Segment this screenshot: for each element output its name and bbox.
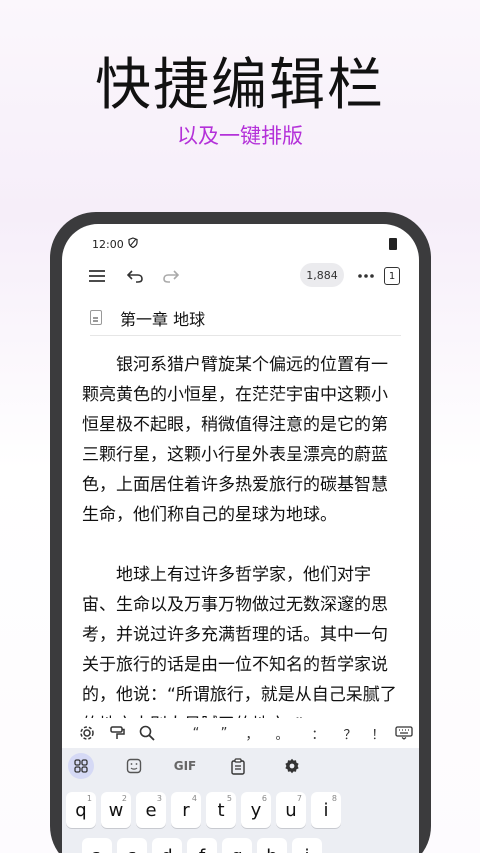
redo-icon[interactable] [160, 260, 182, 292]
shield-icon [128, 237, 138, 251]
hero-subtitle: 以及一键排版 [177, 124, 303, 148]
keyboard-toolbar: GIF [62, 748, 419, 784]
key-w[interactable]: 2w [101, 792, 131, 828]
key-g[interactable]: g [222, 838, 252, 853]
phone-screen: 12:00 1,884 1 第一章 地球 银河系猎户臂旋某个偏远的位置有一颗亮黄… [62, 224, 419, 853]
phone-frame: 12:00 1,884 1 第一章 地球 银河系猎户臂旋某个偏远的位置有一颗亮黄… [50, 212, 431, 853]
word-count-badge[interactable]: 1,884 [300, 263, 344, 287]
paragraph: 地球上有过许多哲学家，他们对宇宙、生命以及万事万物做过无数深邃的思考，并说过许多… [82, 565, 397, 718]
chapter-title: 第一章 地球 [120, 309, 206, 329]
colon-key[interactable]: ： [306, 718, 330, 748]
apps-grid-icon[interactable] [68, 748, 94, 784]
status-bar: 12:00 [92, 236, 397, 252]
key-d[interactable]: d [152, 838, 182, 853]
question-key[interactable]: ？ [338, 718, 362, 748]
gear-icon[interactable] [76, 718, 98, 748]
quick-edit-bar: “ ” ， 。 ： ？ ！ [62, 718, 419, 748]
editor-toolbar: 1,884 1 [62, 260, 419, 292]
key-y[interactable]: 6y [241, 792, 271, 828]
paragraph: 银河系猎户臂旋某个偏远的位置有一颗亮黄色的小恒星，在茫茫宇宙中这颗小恒星极不起眼… [82, 355, 388, 525]
search-icon[interactable] [136, 718, 158, 748]
battery-icon [389, 238, 397, 250]
menu-icon[interactable] [86, 260, 108, 292]
key-f[interactable]: f [187, 838, 217, 853]
key-t[interactable]: 5t [206, 792, 236, 828]
period-key[interactable]: 。 [270, 718, 294, 748]
undo-icon[interactable] [124, 260, 146, 292]
page-indicator[interactable]: 1 [384, 267, 400, 285]
more-icon[interactable] [354, 260, 378, 292]
sticker-icon[interactable] [120, 748, 148, 784]
key-h[interactable]: h [257, 838, 287, 853]
format-brush-icon[interactable] [106, 718, 128, 748]
keyboard-settings-icon[interactable] [278, 748, 306, 784]
quote-close-key[interactable]: ” [212, 718, 236, 748]
key-a[interactable]: a [82, 838, 112, 853]
key-i[interactable]: 8i [311, 792, 341, 828]
key-r[interactable]: 4r [171, 792, 201, 828]
keyboard-hide-icon[interactable] [392, 718, 416, 748]
key-q[interactable]: 1q [66, 792, 96, 828]
key-j[interactable]: j [292, 838, 322, 853]
quote-open-key[interactable]: “ [184, 718, 208, 748]
key-u[interactable]: 7u [276, 792, 306, 828]
comma-key[interactable]: ， [240, 718, 264, 748]
chapter-header[interactable]: 第一章 地球 [90, 300, 401, 336]
editor-body[interactable]: 银河系猎户臂旋某个偏远的位置有一颗亮黄色的小恒星，在茫茫宇宙中这颗小恒星极不起眼… [82, 350, 404, 718]
status-time: 12:00 [92, 237, 124, 251]
hero-title: 快捷编辑栏 [95, 53, 385, 118]
document-icon [90, 310, 102, 325]
key-s[interactable]: s [117, 838, 147, 853]
gif-button[interactable]: GIF [168, 748, 202, 784]
exclaim-key[interactable]: ！ [368, 718, 388, 748]
soft-keyboard: GIF 1q 2w 3e 4r 5t 6y 7u 8i a s d f g h … [62, 748, 419, 853]
key-e[interactable]: 3e [136, 792, 166, 828]
clipboard-icon[interactable] [224, 748, 252, 784]
